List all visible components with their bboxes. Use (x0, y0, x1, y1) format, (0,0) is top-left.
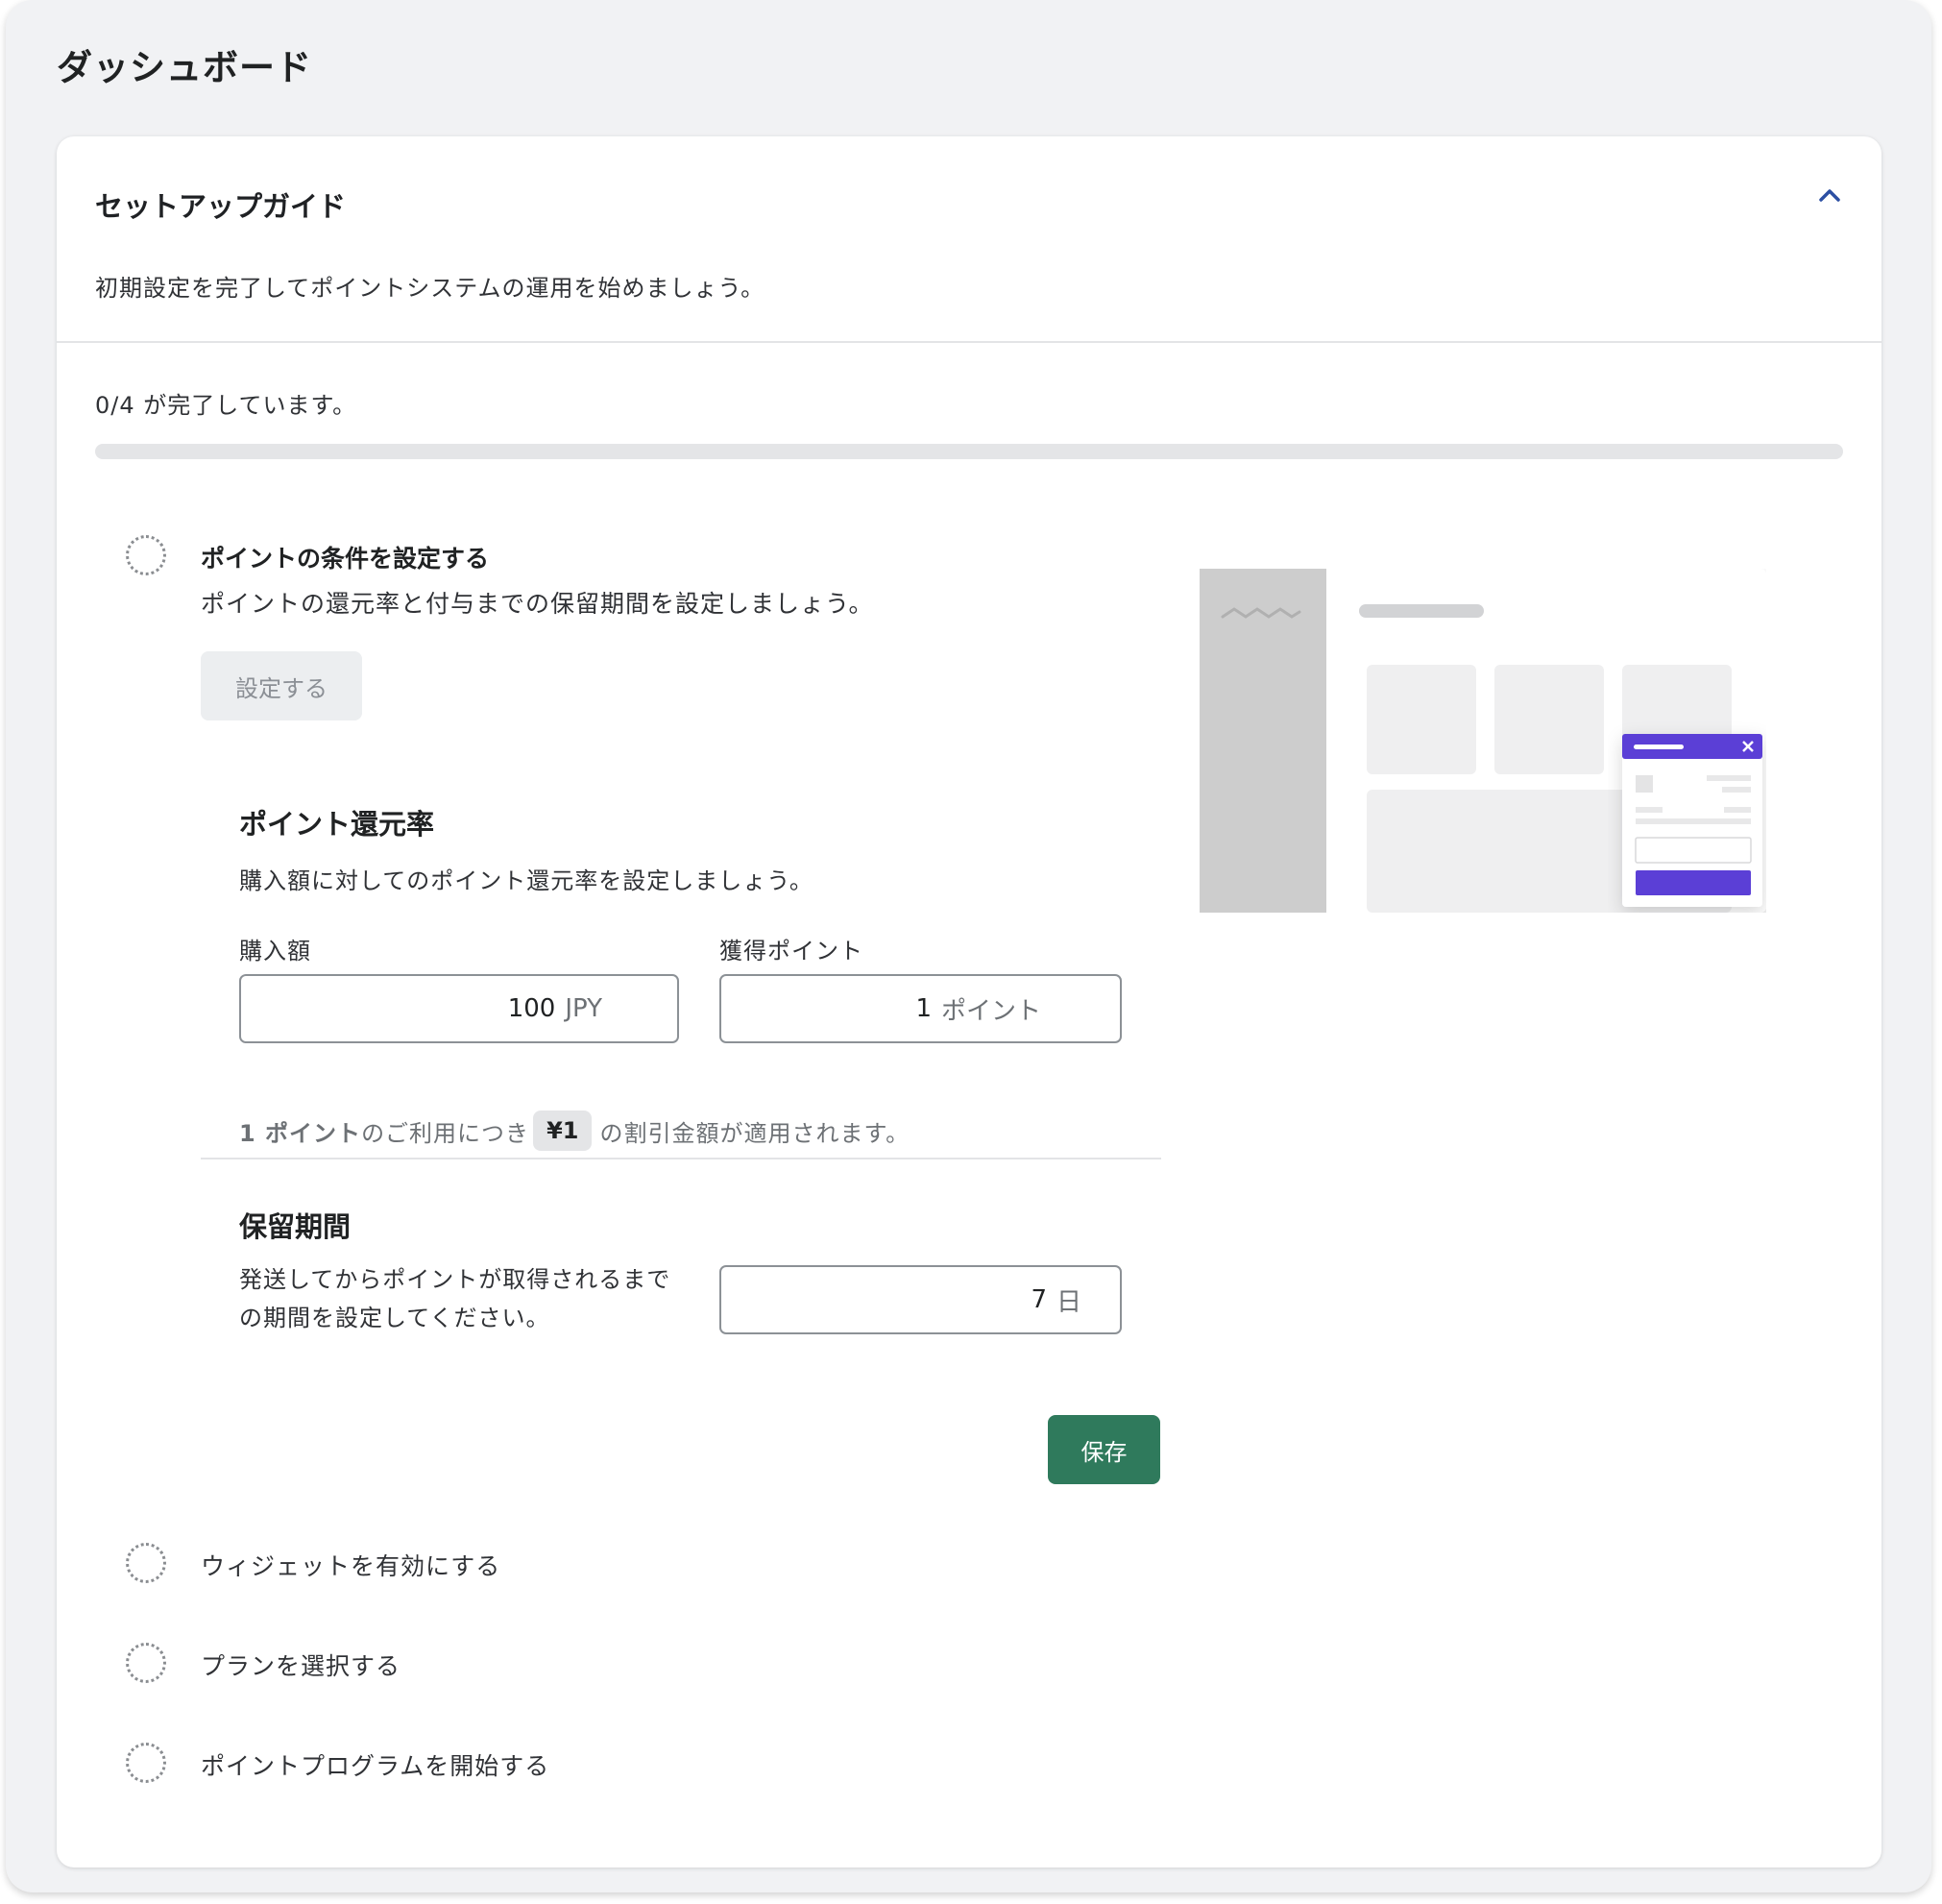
rate-section-description: 購入額に対してのポイント還元率を設定しましょう。 (239, 867, 813, 894)
step-description: ポイントの還元率と付与までの保留期間を設定しましょう。 (201, 590, 874, 618)
divider (201, 1158, 1161, 1159)
setup-illustration (1200, 569, 1766, 913)
purchase-amount-label: 購入額 (239, 938, 311, 964)
step-status-circle-icon[interactable] (126, 1543, 166, 1583)
hold-period-title: 保留期間 (239, 1210, 352, 1243)
purchase-amount-suffix: JPY (565, 994, 602, 1023)
save-button[interactable]: 保存 (1048, 1415, 1160, 1484)
setup-guide-title: セットアップガイド (95, 190, 347, 223)
earned-points-value: 1 (915, 994, 932, 1023)
setup-guide-card: セットアップガイド 初期設定を完了してポイントシステムの運用を始めましょう。 0… (57, 136, 1881, 1867)
rate-section-title: ポイント還元率 (239, 808, 435, 841)
earned-points-label: 獲得ポイント (719, 938, 863, 964)
widget-popup-icon (1622, 734, 1762, 907)
purchase-amount-input[interactable]: 100 JPY (239, 974, 679, 1043)
setup-guide-description: 初期設定を完了してポイントシステムの運用を始めましょう。 (95, 275, 765, 302)
hold-period-value: 7 (1031, 1285, 1047, 1314)
step-title-points-conditions[interactable]: ポイントの条件を設定する (201, 540, 489, 574)
hold-period-suffix: 日 (1056, 1287, 1081, 1317)
progress-text: 0/4 が完了しています。 (95, 392, 357, 419)
progress-bar (95, 444, 1843, 459)
rate-note-text: のご利用につき (361, 1119, 530, 1147)
rate-note-points: 1 ポイント (239, 1119, 362, 1147)
divider (57, 341, 1881, 343)
rate-note: 1 ポイント のご利用につき ¥1 の割引金額が適用されます。 (239, 1110, 910, 1152)
earned-points-suffix: ポイント (940, 996, 1041, 1026)
purchase-amount-value: 100 (507, 994, 556, 1023)
page-title: ダッシュボード (57, 47, 312, 88)
hold-period-description: 発送してからポイントが取得されるまでの期間を設定してください。 (239, 1266, 671, 1331)
step-status-circle-icon[interactable] (126, 535, 166, 575)
configure-button[interactable]: 設定する (201, 651, 362, 720)
step-status-circle-icon[interactable] (126, 1643, 166, 1683)
chevron-up-icon (1819, 189, 1840, 202)
earned-points-input[interactable]: 1 ポイント (719, 974, 1122, 1043)
step-title-start-program[interactable]: ポイントプログラムを開始する (201, 1747, 549, 1782)
collapse-button[interactable] (1810, 177, 1849, 215)
step-title-enable-widget[interactable]: ウィジェットを有効にする (201, 1548, 500, 1582)
step-title-select-plan[interactable]: プランを選択する (201, 1648, 401, 1682)
rate-note-text-end: の割引金額が適用されます。 (599, 1119, 910, 1147)
app-frame: ダッシュボード セットアップガイド 初期設定を完了してポイントシステムの運用を始… (6, 0, 1931, 1892)
step-status-circle-icon[interactable] (126, 1743, 166, 1783)
hold-period-input[interactable]: 7 日 (719, 1265, 1122, 1334)
discount-amount-badge: ¥1 (533, 1111, 593, 1151)
